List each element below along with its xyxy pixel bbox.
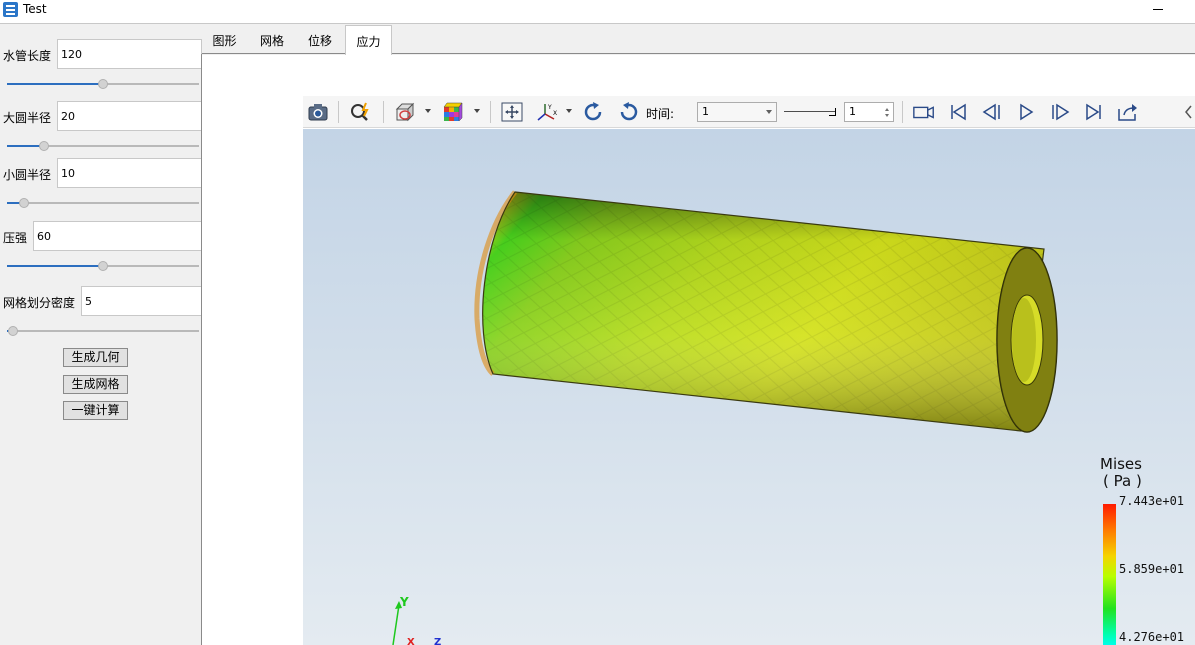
legend-max-value: 7.443e+01 <box>1119 494 1185 508</box>
legend-min-value: 4.276e+01 <box>1119 630 1185 644</box>
axis-triad-icon <box>392 601 402 645</box>
color-cube-icon[interactable] <box>441 100 465 124</box>
tab-stress[interactable]: 应力 <box>345 25 392 55</box>
first-frame-icon[interactable] <box>946 100 970 124</box>
tab-displacement[interactable]: 位移 <box>297 25 343 54</box>
outer-radius-label: 大圆半径 <box>3 111 52 125</box>
slider-handle[interactable] <box>98 261 108 271</box>
tab-mesh[interactable]: 网格 <box>249 25 295 54</box>
axis-orientation-icon[interactable]: YX <box>535 100 559 124</box>
legend-title: Mises <box>1100 455 1142 473</box>
camera-icon[interactable] <box>306 100 330 124</box>
more-icon[interactable] <box>1183 100 1195 124</box>
mesh-density-input[interactable] <box>81 286 202 316</box>
pressure-label: 压强 <box>3 231 28 245</box>
generate-geometry-button[interactable]: 生成几何 <box>63 348 128 367</box>
3d-viewport[interactable]: Mises ( Pa ) 7.443e+01 5.859e+01 4.276e+… <box>303 129 1195 645</box>
rotate-cw-icon[interactable] <box>582 100 606 124</box>
pressure-input[interactable] <box>33 221 202 251</box>
legend-mid-value: 5.859e+01 <box>1119 562 1185 576</box>
view-toolbar: YX 时间: 1 1 <box>303 96 1195 128</box>
zoom-icon[interactable] <box>349 100 373 124</box>
last-frame-icon[interactable] <box>1082 100 1106 124</box>
chevron-down-icon[interactable] <box>566 109 572 113</box>
stress-model <box>474 190 1058 433</box>
pipe-length-slider[interactable] <box>7 79 199 89</box>
generate-mesh-button[interactable]: 生成网格 <box>63 375 128 394</box>
display-mode-icon[interactable] <box>394 100 418 124</box>
time-select[interactable]: 1 <box>697 102 777 122</box>
outer-radius-slider[interactable] <box>7 141 199 151</box>
window-title: Test <box>23 2 47 16</box>
svg-text:Y: Y <box>547 104 552 111</box>
time-label: 时间: <box>646 107 675 121</box>
rotate-ccw-icon[interactable] <box>616 100 640 124</box>
pipe-length-input[interactable] <box>57 39 202 69</box>
mesh-density-slider[interactable] <box>7 326 199 336</box>
legend-unit: ( Pa ) <box>1103 472 1142 490</box>
export-icon[interactable] <box>1116 100 1140 124</box>
slider-handle[interactable] <box>19 198 29 208</box>
inner-radius-slider[interactable] <box>7 198 199 208</box>
app-icon <box>3 2 18 17</box>
slider-fill <box>7 265 103 267</box>
svg-text:X: X <box>553 110 557 117</box>
parameter-panel: 水管长度 大圆半径 小圆半径 压强 网格划分密度 生成几何 生成网格 一键计算 <box>0 25 202 645</box>
previous-frame-icon[interactable] <box>980 100 1004 124</box>
compute-button[interactable]: 一键计算 <box>63 401 128 420</box>
axis-y-label: Y <box>400 595 409 609</box>
slider-handle[interactable] <box>829 108 836 116</box>
record-video-icon[interactable] <box>912 100 936 124</box>
tab-bar: 图形 网格 位移 应力 <box>202 25 1195 55</box>
slider-handle[interactable] <box>98 79 108 89</box>
slider-handle[interactable] <box>8 326 18 336</box>
chevron-down-icon[interactable] <box>425 109 431 113</box>
title-bar: Test <box>0 0 1195 24</box>
inner-radius-label: 小圆半径 <box>3 168 52 182</box>
spin-down-icon[interactable] <box>885 114 889 117</box>
slider-fill <box>7 83 103 85</box>
step-spinbox[interactable]: 1 <box>844 102 894 122</box>
axis-x-label: X <box>407 637 415 645</box>
fit-view-icon[interactable] <box>500 100 524 124</box>
spin-up-icon[interactable] <box>885 108 889 111</box>
pipe-length-label: 水管长度 <box>3 49 52 63</box>
slider-handle[interactable] <box>39 141 49 151</box>
chevron-down-icon[interactable] <box>474 109 480 113</box>
inner-radius-input[interactable] <box>57 158 202 188</box>
outer-radius-input[interactable] <box>57 101 202 131</box>
frame-slider[interactable] <box>784 108 836 119</box>
play-icon[interactable] <box>1014 100 1038 124</box>
legend-color-bar <box>1103 504 1116 645</box>
pressure-slider[interactable] <box>7 261 199 271</box>
chevron-down-icon <box>766 110 772 114</box>
mesh-density-label: 网格划分密度 <box>3 296 76 310</box>
minimize-button[interactable] <box>1151 0 1165 20</box>
next-frame-icon[interactable] <box>1048 100 1072 124</box>
axis-z-label: Z <box>434 637 442 645</box>
tab-geometry[interactable]: 图形 <box>202 25 247 54</box>
